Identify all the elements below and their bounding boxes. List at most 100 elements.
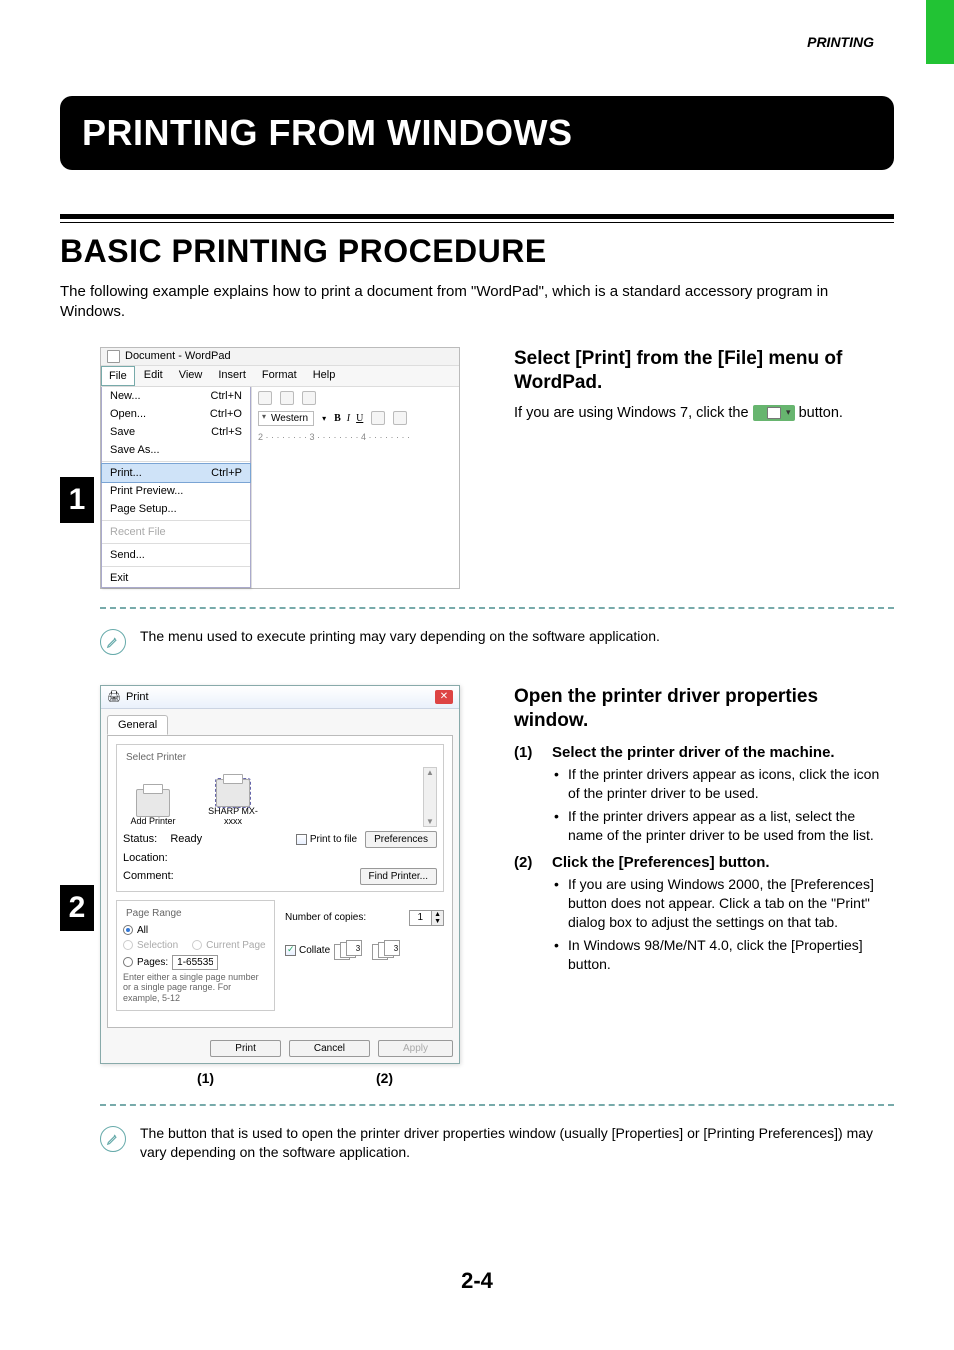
step2-note-text: The button that is used to open the prin… [140, 1124, 894, 1162]
rule-heavy [60, 214, 894, 219]
wp-dd-recent-label: Recent File [110, 526, 166, 538]
collate-label: Collate [299, 945, 330, 956]
printer-list-scrollbar[interactable] [423, 767, 437, 827]
pages-input[interactable] [172, 955, 218, 970]
step1-note-row: The menu used to execute printing may va… [100, 607, 894, 655]
group-select-printer: Select Printer Add Printer SHARP MX-xxxx [116, 744, 444, 892]
wp-dd-print[interactable]: Print... Ctrl+P [102, 464, 250, 482]
copies-label: Number of copies: [285, 912, 366, 923]
wp-menu-view[interactable]: View [172, 366, 210, 386]
step2-sub2-idx: (2) [514, 854, 542, 871]
wp-dd-printpreview[interactable]: Print Preview... [102, 482, 250, 500]
step2-sub2-bullets: If you are using Windows 2000, the [Pref… [554, 875, 894, 973]
radio-all[interactable]: All [123, 925, 268, 936]
wp-menu-file[interactable]: File [101, 366, 135, 386]
printer-sharp-label: SHARP MX-xxxx [203, 807, 263, 827]
step2-sub2-b2: In Windows 98/Me/NT 4.0, click the [Prop… [554, 936, 894, 974]
step2-sub1-bullets: If the printer drivers appear as icons, … [554, 765, 894, 845]
wp-dd-new-label: New... [110, 390, 141, 402]
radio-dot-icon [123, 940, 133, 950]
align-icon[interactable] [393, 411, 407, 425]
step2-sub1-b2: If the printer drivers appear as a list,… [554, 807, 894, 845]
step2-sub1-b1: If the printer drivers appear as icons, … [554, 765, 894, 803]
bold-button[interactable]: B [334, 413, 341, 424]
wordpad-rightpanel: Western ▾ B I U 2 · · · · · · · · 3 · [251, 387, 459, 588]
wordpad-menubar: File Edit View Insert Format Help [101, 366, 459, 387]
step1-body-post: button. [799, 405, 843, 421]
wp-dd-send[interactable]: Send... [102, 546, 250, 564]
step2-title: Open the printer driver properties windo… [514, 685, 894, 734]
print-button[interactable]: Print [210, 1040, 281, 1057]
preferences-button[interactable]: Preferences [365, 831, 437, 848]
datetime-icon[interactable] [302, 391, 316, 405]
step-2: 2 🖨 Print ✕ General Select Printer [60, 685, 894, 1086]
print-to-file-checkbox[interactable]: Print to file [296, 834, 357, 845]
underline-button[interactable]: U [356, 413, 363, 424]
radio-pages[interactable]: Pages: [123, 955, 268, 970]
wp-menu-help[interactable]: Help [306, 366, 343, 386]
collate-pages-icon-2: 1 2 3 [372, 940, 406, 962]
wp-menu-edit[interactable]: Edit [137, 366, 170, 386]
chapter-title: PRINTING FROM WINDOWS [60, 96, 894, 170]
undo-icon[interactable] [280, 391, 294, 405]
printer-icon: 🖨 [107, 690, 121, 703]
collate2-page-3: 3 [384, 940, 400, 956]
wp-dd-saveas-label: Save As... [110, 444, 160, 456]
location-label: Location: [123, 852, 168, 864]
chevron-up-icon[interactable]: ▲ [432, 911, 443, 918]
radio-dot-icon [123, 957, 133, 967]
wp-dd-exit[interactable]: Exit [102, 569, 250, 587]
wordpad-titlebar: Document - WordPad [101, 348, 459, 366]
wp-script-dropdown[interactable]: Western [258, 411, 314, 426]
cancel-button[interactable]: Cancel [289, 1040, 370, 1057]
wp-dd-saveas[interactable]: Save As... [102, 441, 250, 459]
color-icon[interactable] [371, 411, 385, 425]
step-number-2: 2 [60, 885, 94, 931]
wp-dd-open[interactable]: Open... Ctrl+O [102, 405, 250, 423]
wp-dd-pagesetup[interactable]: Page Setup... [102, 500, 250, 518]
tab-general[interactable]: General [107, 715, 168, 735]
intro-paragraph: The following example explains how to pr… [60, 282, 894, 323]
wp-dd-recent: Recent File [102, 523, 250, 541]
wp-dd-print-label: Print... [110, 467, 142, 479]
copies-spinbox[interactable]: 1 ▲▼ [409, 910, 445, 926]
printer-sharp[interactable]: SHARP MX-xxxx [203, 779, 263, 827]
radio-current-page: Current Page [192, 940, 265, 951]
step1-body: If you are using Windows 7, click the bu… [514, 404, 894, 424]
wp-dd-new[interactable]: New... Ctrl+N [102, 387, 250, 405]
step2-note-row: The button that is used to open the prin… [100, 1104, 894, 1162]
collate-pages-icon: 1 2 3 [334, 940, 368, 962]
find-icon[interactable] [258, 391, 272, 405]
close-icon[interactable]: ✕ [435, 690, 453, 704]
radio-selection-label: Selection [137, 940, 178, 951]
wp-toolbar-row-2: Western ▾ B I U [258, 411, 453, 426]
wp-dd-open-label: Open... [110, 408, 146, 420]
pencil-note-icon [100, 1126, 126, 1152]
section-title: BASIC PRINTING PROCEDURE [60, 233, 894, 270]
step1-body-pre: If you are using Windows 7, click the [514, 405, 753, 421]
radio-pages-label: Pages: [137, 957, 168, 968]
wordpad-app-icon [107, 350, 120, 363]
chevron-down-icon[interactable]: ▼ [432, 918, 443, 925]
group-page-range: Page Range All Selection [116, 900, 275, 1011]
wp-menu-format[interactable]: Format [255, 366, 304, 386]
radio-dot-icon [192, 940, 202, 950]
collate-checkbox[interactable]: Collate [285, 945, 330, 956]
chapter-title-text: PRINTING FROM WINDOWS [82, 112, 572, 153]
wp-menu-insert[interactable]: Insert [211, 366, 253, 386]
page-header-section: PRINTING [0, 0, 954, 50]
sharp-printer-icon [216, 779, 250, 807]
wp-dd-save[interactable]: Save Ctrl+S [102, 423, 250, 441]
printer-add[interactable]: Add Printer [123, 789, 183, 827]
step-1: 1 Document - WordPad File Edit View Inse… [60, 347, 894, 589]
wp-dd-sep-1 [102, 461, 250, 462]
italic-button[interactable]: I [347, 413, 350, 424]
step2-sub1-title: Select the printer driver of the machine… [552, 744, 894, 761]
add-printer-icon [136, 789, 170, 817]
status-label: Status: [123, 833, 157, 845]
wordpad-window-illustration: Document - WordPad File Edit View Insert… [100, 347, 460, 589]
wp-dd-printpreview-label: Print Preview... [110, 485, 183, 497]
print-dialog-tabs: General [101, 709, 459, 735]
find-printer-button[interactable]: Find Printer... [360, 868, 437, 885]
print-dialog-title: Print [126, 691, 149, 703]
